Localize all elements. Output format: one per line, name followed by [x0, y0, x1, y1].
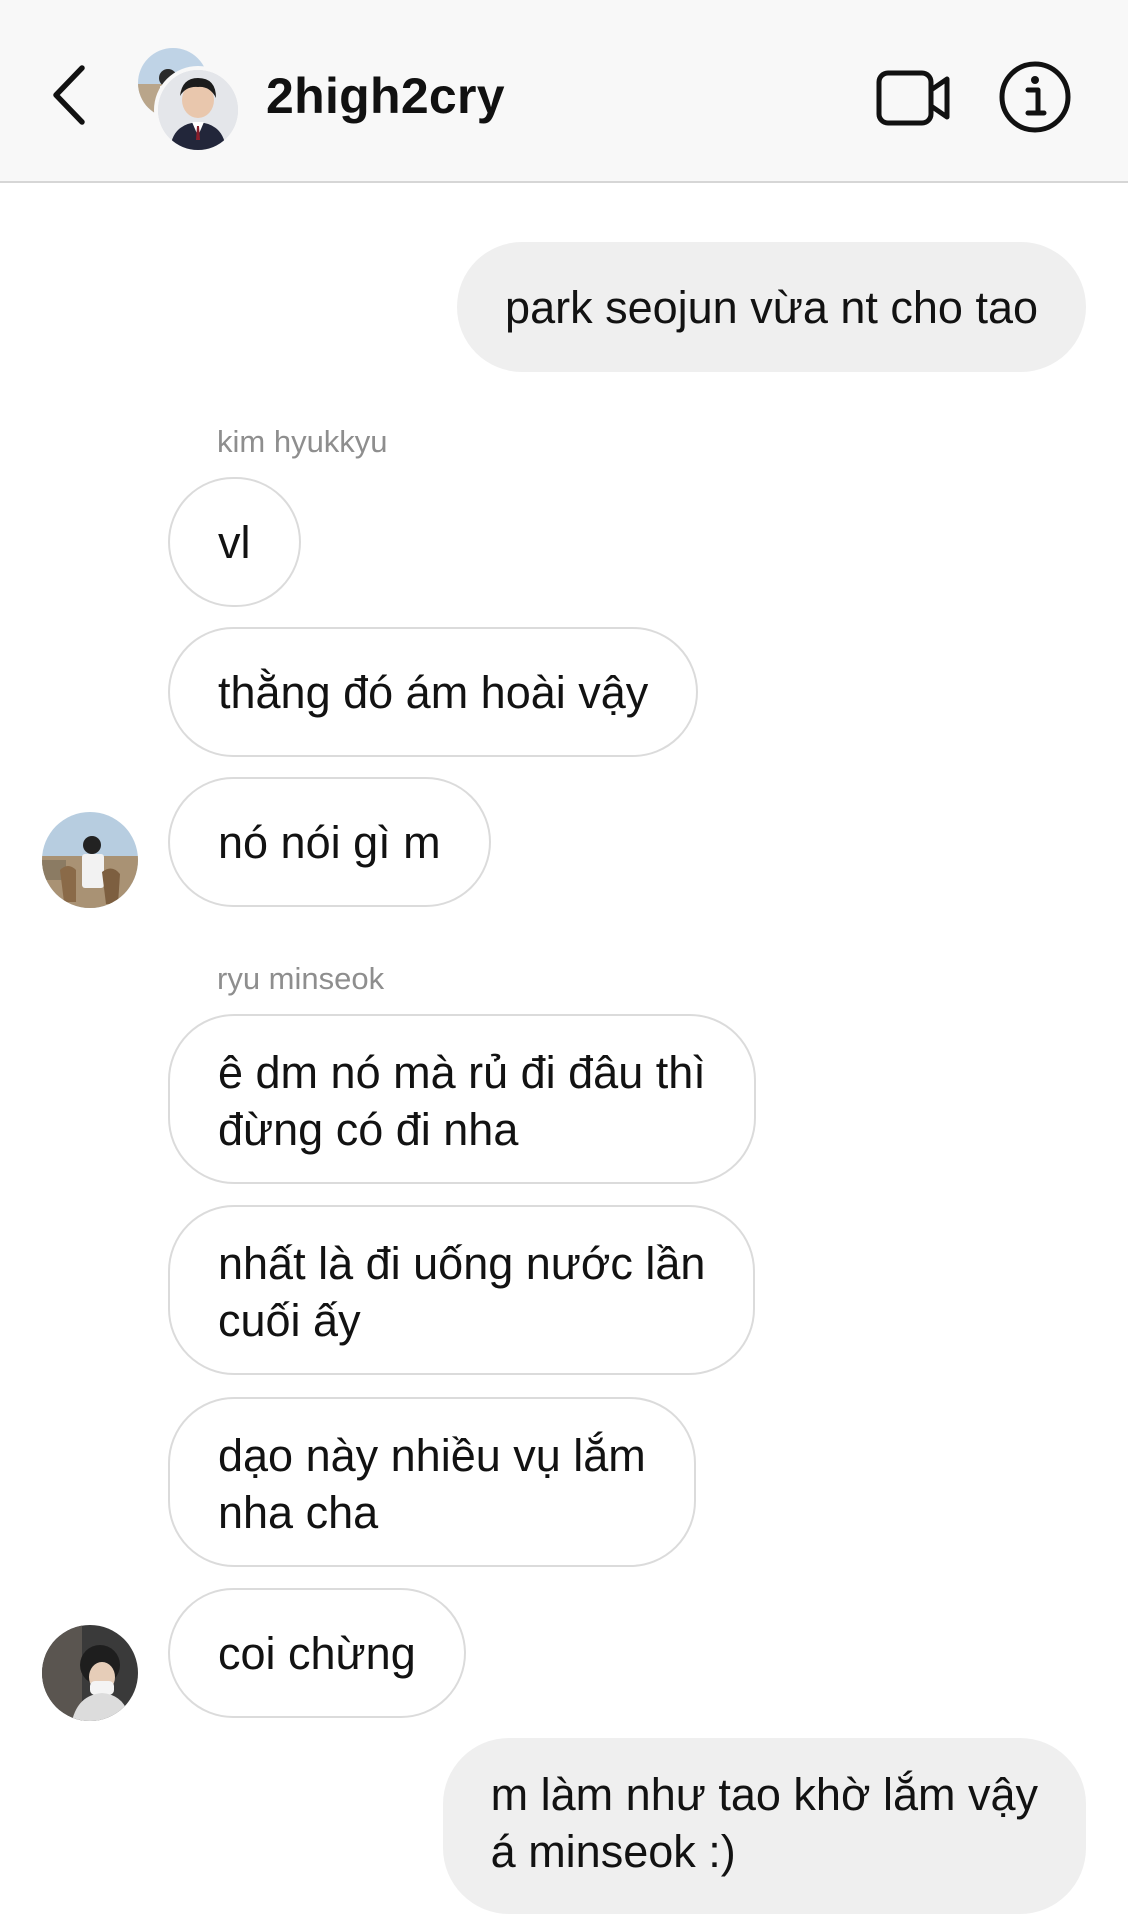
chevron-left-icon [53, 65, 85, 125]
back-button[interactable] [36, 55, 100, 135]
member-avatar-portrait [154, 66, 242, 154]
message-text: park seojun vừa nt cho tao [505, 281, 1038, 333]
message-text-line: m làm như tao khờ lắm vậy [490, 1769, 1038, 1820]
incoming-message-bubble[interactable]: nhất là đi uống nước lần cuối ấy [168, 1205, 756, 1375]
message-text: nó nói gì m [218, 816, 441, 868]
video-camera-icon [876, 70, 950, 126]
sender-avatar[interactable] [42, 812, 138, 908]
message-text: thằng đó ám hoài vậy [218, 666, 649, 718]
incoming-message-bubble[interactable]: thằng đó ám hoài vậy [168, 627, 699, 757]
video-call-button[interactable] [876, 66, 952, 130]
outgoing-message-bubble[interactable]: park seojun vừa nt cho tao [457, 242, 1086, 372]
message-text-line: đừng có đi nha [218, 1104, 519, 1155]
incoming-message-bubble[interactable]: coi chừng [168, 1588, 466, 1718]
outgoing-message-bubble[interactable]: m làm như tao khờ lắm vậy á minseok :) [442, 1738, 1086, 1914]
message-text-line: nha cha [218, 1487, 379, 1538]
message-text-line: dạo này nhiều vụ lắm [218, 1430, 646, 1481]
incoming-message-bubble[interactable]: vl [168, 477, 301, 607]
chat-header: 2high2cry [0, 0, 1128, 183]
group-avatar[interactable] [136, 48, 246, 154]
sender-name: ryu minseok [217, 961, 385, 996]
message-text-line: nhất là đi uống nước lần [218, 1238, 706, 1289]
message-text: vl [218, 516, 251, 568]
message-text-line: á minseok :) [490, 1826, 736, 1877]
conversation-info-button[interactable] [996, 58, 1074, 136]
message-text-line: ê dm nó mà rủ đi đâu thì [218, 1047, 706, 1098]
incoming-message-bubble[interactable]: dạo này nhiều vụ lắm nha cha [168, 1397, 696, 1567]
message-text-line: cuối ấy [218, 1295, 361, 1346]
info-icon [999, 61, 1071, 133]
chat-title[interactable]: 2high2cry [266, 66, 505, 126]
message-text: coi chừng [218, 1627, 416, 1679]
sender-name: kim hyukkyu [217, 424, 388, 459]
incoming-message-bubble[interactable]: nó nói gì m [168, 777, 491, 907]
sender-avatar[interactable] [42, 1625, 138, 1721]
incoming-message-bubble[interactable]: ê dm nó mà rủ đi đâu thì đừng có đi nha [168, 1014, 756, 1184]
